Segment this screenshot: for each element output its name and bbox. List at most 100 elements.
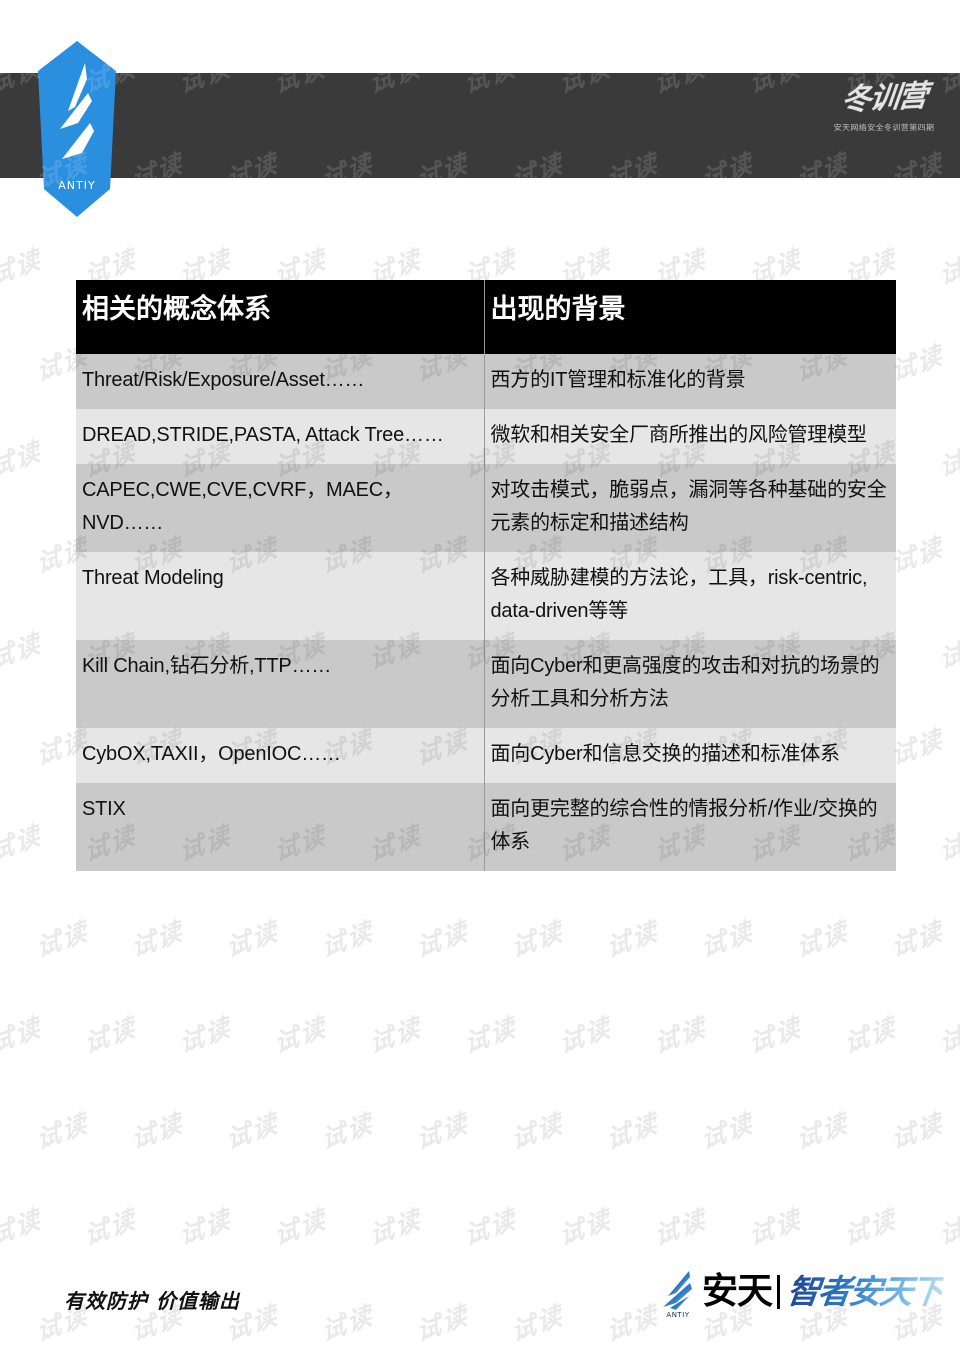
watermark-text: 试读 — [271, 1203, 329, 1252]
concept-table: 相关的概念体系 出现的背景 Threat/Risk/Exposure/Asset… — [76, 280, 896, 871]
footer-antiy-logo: ANTIY 安天 智者安天下 — [656, 1263, 945, 1321]
watermark-text: 试读 — [271, 1011, 329, 1060]
watermark-text: 试读 — [318, 0, 376, 5]
watermark-text: 试读 — [603, 0, 661, 5]
watermark-text: 试读 — [698, 915, 756, 964]
watermark-text: 试读 — [936, 243, 960, 292]
table-row: Threat Modeling 各种威胁建模的方法论，工具，risk-centr… — [76, 552, 896, 640]
watermark-text: 试读 — [0, 435, 44, 484]
table-row: Threat/Risk/Exposure/Asset…… 西方的IT管理和标准化… — [76, 354, 896, 409]
watermark-text: 试读 — [841, 1203, 899, 1252]
watermark-text: 试读 — [318, 915, 376, 964]
watermark-text: 试读 — [698, 1107, 756, 1156]
cell-concept: DREAD,STRIDE,PASTA, Attack Tree…… — [76, 409, 484, 464]
watermark-text: 试读 — [223, 1107, 281, 1156]
watermark-text: 试读 — [81, 1011, 139, 1060]
cell-concept: CybOX,TAXII，OpenIOC…… — [76, 728, 484, 783]
cell-background: 对攻击模式，脆弱点，漏洞等各种基础的安全元素的标定和描述结构 — [483, 464, 896, 552]
watermark-text: 试读 — [698, 0, 756, 5]
column-header-concept: 相关的概念体系 — [76, 280, 484, 354]
watermark-text: 试读 — [461, 1203, 519, 1252]
watermark-text: 试读 — [33, 1107, 91, 1156]
watermark-text: 试读 — [33, 915, 91, 964]
watermark-text: 试读 — [0, 1011, 44, 1060]
cell-background: 各种威胁建模的方法论，工具，risk-centric, data-driven等… — [483, 552, 896, 640]
watermark-text: 试读 — [888, 531, 946, 580]
cell-concept: STIX — [76, 783, 484, 871]
antiy-mark-icon: ANTIY — [656, 1266, 700, 1319]
watermark-text: 试读 — [603, 915, 661, 964]
watermark-text: 试读 — [888, 723, 946, 772]
watermark-text: 试读 — [413, 1299, 471, 1348]
event-calligraphy-title: 冬训营 — [839, 78, 928, 119]
watermark-text: 试读 — [793, 915, 851, 964]
watermark-text: 试读 — [318, 1299, 376, 1348]
watermark-text: 试读 — [508, 0, 566, 5]
footer-logo-tagline: 智者安天下 — [784, 1272, 945, 1311]
table-header-row: 相关的概念体系 出现的背景 — [76, 280, 896, 354]
event-calligraphy-logo: 冬训营 安天网络安全冬训营第四期 — [820, 76, 948, 174]
cell-concept: Threat/Risk/Exposure/Asset…… — [76, 354, 484, 409]
antiy-mark-wordmark: ANTIY — [666, 1311, 690, 1319]
watermark-text: 试读 — [651, 1203, 709, 1252]
watermark-text: 试读 — [508, 1107, 566, 1156]
table-row: DREAD,STRIDE,PASTA, Attack Tree…… 微软和相关安… — [76, 409, 896, 464]
watermark-text: 试读 — [176, 1203, 234, 1252]
watermark-text: 试读 — [366, 1203, 424, 1252]
footer-logo-cn: 安天 — [701, 1271, 773, 1312]
watermark-text: 试读 — [318, 1107, 376, 1156]
watermark-text: 试读 — [888, 0, 946, 5]
cell-concept: CAPEC,CWE,CVE,CVRF，MAEC，NVD…… — [76, 464, 484, 552]
watermark-text: 试读 — [936, 1011, 960, 1060]
watermark-text: 试读 — [603, 1107, 661, 1156]
watermark-text: 试读 — [888, 1107, 946, 1156]
svg-text:ANTIY: ANTIY — [58, 179, 95, 192]
watermark-text: 试读 — [366, 1011, 424, 1060]
watermark-text: 试读 — [413, 1107, 471, 1156]
watermark-text: 试读 — [128, 0, 186, 5]
watermark-text: 试读 — [0, 819, 44, 868]
watermark-text: 试读 — [651, 1011, 709, 1060]
watermark-text: 试读 — [508, 1299, 566, 1348]
watermark-text: 试读 — [793, 0, 851, 5]
watermark-text: 试读 — [81, 1203, 139, 1252]
watermark-text: 试读 — [556, 1203, 614, 1252]
footer-logo-divider — [777, 1275, 780, 1309]
watermark-text: 试读 — [176, 1011, 234, 1060]
watermark-text: 试读 — [413, 915, 471, 964]
watermark-text: 试读 — [128, 915, 186, 964]
antiy-hexagon-logo: ANTIY — [38, 41, 116, 217]
watermark-text: 试读 — [793, 1107, 851, 1156]
watermark-text: 试读 — [556, 1011, 614, 1060]
watermark-text: 试读 — [936, 627, 960, 676]
watermark-text: 试读 — [461, 1011, 519, 1060]
watermark-text: 试读 — [413, 0, 471, 5]
cell-concept: Kill Chain,钻石分析,TTP…… — [76, 640, 484, 728]
watermark-text: 试读 — [936, 435, 960, 484]
watermark-text: 试读 — [33, 0, 91, 5]
watermark-text: 试读 — [223, 0, 281, 5]
footer-slogan: 有效防护 价值输出 — [64, 1289, 240, 1313]
watermark-text: 试读 — [223, 915, 281, 964]
table-row: CybOX,TAXII，OpenIOC…… 面向Cyber和信息交换的描述和标准… — [76, 728, 896, 783]
cell-background: 面向更完整的综合性的情报分析/作业/交换的体系 — [483, 783, 896, 871]
table-row: STIX 面向更完整的综合性的情报分析/作业/交换的体系 — [76, 783, 896, 871]
event-calligraphy-subtitle: 安天网络安全冬训营第四期 — [833, 123, 935, 132]
column-header-background: 出现的背景 — [483, 280, 896, 354]
watermark-text: 试读 — [128, 1107, 186, 1156]
watermark-text: 试读 — [508, 915, 566, 964]
cell-background: 面向Cyber和信息交换的描述和标准体系 — [483, 728, 896, 783]
table-row: Kill Chain,钻石分析,TTP…… 面向Cyber和更高强度的攻击和对抗… — [76, 640, 896, 728]
watermark-text: 试读 — [746, 1011, 804, 1060]
watermark-text: 试读 — [0, 627, 44, 676]
watermark-text: 试读 — [888, 339, 946, 388]
watermark-text: 试读 — [0, 243, 44, 292]
watermark-text: 试读 — [841, 1011, 899, 1060]
table-header: 相关的概念体系 出现的背景 — [76, 280, 896, 354]
watermark-text: 试读 — [936, 819, 960, 868]
table-body: Threat/Risk/Exposure/Asset…… 西方的IT管理和标准化… — [76, 354, 896, 871]
cell-background: 西方的IT管理和标准化的背景 — [483, 354, 896, 409]
cell-background: 微软和相关安全厂商所推出的风险管理模型 — [483, 409, 896, 464]
slide-root: ANTIY 冬训营 安天网络安全冬训营第四期 相关的概念体系 出现的背景 Thr… — [0, 0, 960, 1357]
cell-background: 面向Cyber和更高强度的攻击和对抗的场景的分析工具和分析方法 — [483, 640, 896, 728]
